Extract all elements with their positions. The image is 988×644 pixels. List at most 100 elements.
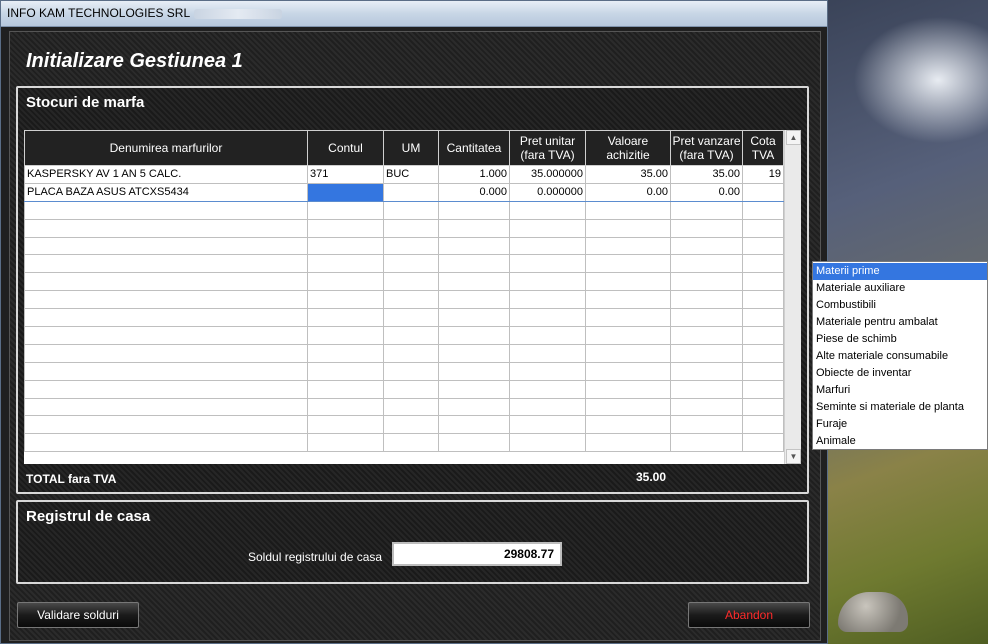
column-header[interactable]: Pret unitar (fara TVA) — [509, 130, 586, 166]
table-cell[interactable] — [585, 379, 671, 399]
table-cell[interactable] — [24, 433, 308, 453]
table-cell[interactable] — [24, 254, 308, 274]
table-cell[interactable] — [438, 236, 510, 256]
table-cell[interactable] — [307, 290, 384, 310]
table-cell[interactable]: 1.000 — [438, 165, 510, 184]
table-cell[interactable] — [383, 361, 439, 381]
stock-grid[interactable]: Denumirea marfurilor Contul UM Cantitatea Pr… — [24, 130, 801, 464]
table-row[interactable] — [24, 326, 784, 345]
table-cell[interactable] — [509, 433, 586, 453]
table-cell[interactable] — [307, 254, 384, 274]
table-row[interactable] — [24, 290, 784, 310]
table-cell[interactable] — [383, 272, 439, 292]
table-cell[interactable] — [24, 218, 308, 238]
table-cell[interactable] — [24, 290, 308, 310]
table-cell[interactable] — [24, 272, 308, 292]
table-cell[interactable] — [742, 433, 784, 453]
table-cell[interactable] — [438, 218, 510, 238]
column-header[interactable]: Valoare achizitie — [585, 130, 671, 166]
table-cell[interactable] — [670, 290, 743, 310]
table-cell[interactable] — [742, 182, 784, 202]
table-cell[interactable] — [585, 361, 671, 381]
table-cell[interactable] — [670, 343, 743, 363]
table-cell[interactable] — [742, 361, 784, 381]
table-cell[interactable] — [24, 415, 308, 435]
table-cell[interactable] — [742, 254, 784, 274]
table-cell[interactable] — [24, 326, 308, 345]
table-cell[interactable] — [24, 200, 308, 220]
table-cell[interactable] — [585, 433, 671, 453]
table-cell[interactable] — [307, 272, 384, 292]
table-cell[interactable] — [509, 272, 586, 292]
abandon-button[interactable]: Abandon — [688, 602, 810, 628]
table-cell[interactable] — [585, 218, 671, 238]
dropdown-option[interactable]: Furaje — [813, 416, 987, 433]
table-cell[interactable] — [585, 254, 671, 274]
table-cell[interactable] — [585, 290, 671, 310]
scroll-down-icon[interactable]: ▼ — [786, 449, 801, 464]
table-cell[interactable] — [670, 397, 743, 417]
table-cell[interactable] — [742, 200, 784, 220]
table-cell[interactable] — [585, 326, 671, 345]
table-cell[interactable] — [383, 397, 439, 417]
table-cell[interactable] — [438, 290, 510, 310]
table-cell[interactable] — [742, 397, 784, 417]
table-cell[interactable] — [24, 343, 308, 363]
table-cell[interactable] — [670, 236, 743, 256]
table-row[interactable] — [24, 379, 784, 399]
table-cell[interactable] — [509, 218, 586, 238]
table-cell[interactable] — [24, 361, 308, 381]
table-row[interactable]: KASPERSKY AV 1 AN 5 CALC. 371 BUC 1.000 35.0… — [24, 165, 784, 184]
table-cell[interactable] — [383, 218, 439, 238]
table-cell[interactable]: KASPERSKY AV 1 AN 5 CALC. — [24, 165, 308, 184]
table-cell[interactable] — [438, 397, 510, 417]
column-header[interactable]: Denumirea marfurilor — [24, 130, 308, 166]
table-cell[interactable]: 35.00 — [585, 165, 671, 184]
table-row[interactable] — [24, 308, 784, 328]
table-cell[interactable] — [670, 379, 743, 399]
table-cell[interactable] — [742, 308, 784, 328]
table-cell[interactable]: 0.00 — [585, 182, 671, 202]
table-cell[interactable] — [742, 290, 784, 310]
table-cell[interactable] — [670, 308, 743, 328]
table-cell[interactable] — [742, 236, 784, 256]
table-cell[interactable] — [438, 200, 510, 220]
table-cell[interactable] — [383, 343, 439, 363]
dropdown-option[interactable]: Combustibili — [813, 297, 987, 314]
table-cell[interactable] — [383, 200, 439, 220]
table-cell[interactable] — [742, 379, 784, 399]
table-cell[interactable] — [438, 272, 510, 292]
table-cell[interactable] — [509, 290, 586, 310]
table-cell[interactable] — [307, 182, 384, 202]
table-row[interactable] — [24, 397, 784, 417]
table-cell[interactable] — [383, 254, 439, 274]
table-cell[interactable] — [307, 218, 384, 238]
table-row[interactable] — [24, 236, 784, 256]
table-cell[interactable] — [509, 236, 586, 256]
table-cell[interactable] — [670, 254, 743, 274]
table-cell[interactable] — [509, 200, 586, 220]
table-cell[interactable] — [585, 308, 671, 328]
table-cell[interactable] — [585, 397, 671, 417]
table-cell[interactable] — [742, 218, 784, 238]
table-cell[interactable] — [383, 379, 439, 399]
table-cell[interactable] — [585, 200, 671, 220]
table-cell[interactable] — [438, 361, 510, 381]
dropdown-option[interactable]: Animale — [813, 433, 987, 450]
table-cell[interactable] — [438, 254, 510, 274]
table-cell[interactable] — [307, 379, 384, 399]
table-cell[interactable] — [307, 343, 384, 363]
account-type-dropdown-list[interactable]: Materii prime Materiale auxiliare Combusti… — [812, 261, 988, 450]
table-cell[interactable] — [307, 308, 384, 328]
table-row[interactable] — [24, 254, 784, 274]
vertical-scrollbar[interactable]: ▲ ▼ — [784, 130, 801, 464]
table-cell[interactable] — [509, 343, 586, 363]
title-bar[interactable]: INFO KAM TECHNOLOGIES SRL — [1, 1, 827, 27]
table-cell[interactable] — [383, 290, 439, 310]
table-cell[interactable] — [307, 236, 384, 256]
dropdown-option[interactable]: Materii prime — [813, 263, 987, 280]
table-cell[interactable] — [509, 415, 586, 435]
table-cell[interactable] — [383, 308, 439, 328]
table-cell[interactable]: PLACA BAZA ASUS ATCXS5434 — [24, 182, 308, 202]
column-header[interactable]: Pret vanzare (fara TVA) — [670, 130, 743, 166]
